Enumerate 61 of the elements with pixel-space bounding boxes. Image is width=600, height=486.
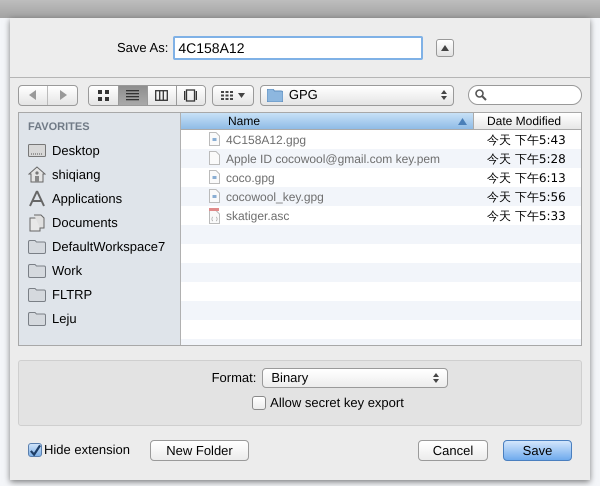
search-icon <box>474 89 487 101</box>
caret-icon <box>238 92 245 98</box>
hide-extension-checkbox[interactable]: Hide extension <box>28 440 130 460</box>
folder-icon <box>266 88 283 102</box>
dialog-button[interactable]: Cancel <box>418 440 488 460</box>
house-icon <box>28 166 46 184</box>
view-mode-button[interactable] <box>88 86 118 104</box>
save-button[interactable]: Save <box>503 440 572 460</box>
format-popup[interactable]: Binary <box>262 368 448 388</box>
date-modified: 今天 下午6:13 <box>486 170 567 186</box>
folder-icon <box>28 286 46 304</box>
sidebar-item[interactable]: DefaultWorkspace7 <box>19 234 168 258</box>
column-header[interactable]: Name <box>181 113 473 129</box>
file-name[interactable]: coco.gpg <box>226 168 275 186</box>
date-modified: 今天 下午5:43 <box>486 132 567 148</box>
cover-flow-icon <box>184 88 198 102</box>
list-icon <box>126 88 140 102</box>
icon-grid-icon <box>96 88 110 102</box>
sidebar-item[interactable]: Documents <box>19 210 120 234</box>
date-modified: 今天 下午5:33 <box>486 208 567 224</box>
checkmark-icon <box>29 444 41 456</box>
sidebar-item[interactable]: Leju <box>19 306 79 330</box>
view-mode-button[interactable] <box>176 86 205 104</box>
back-arrow-icon <box>29 90 38 100</box>
file-name[interactable]: skatiger.asc <box>226 206 290 224</box>
sidebar-item[interactable]: Work <box>19 258 84 282</box>
compass-a-icon <box>28 190 46 208</box>
search-field[interactable] <box>468 85 582 105</box>
forward-arrow-icon <box>58 90 67 100</box>
grid-icon <box>220 90 233 100</box>
updown-arrows-icon <box>433 373 440 383</box>
column-header[interactable]: Date Modified <box>473 113 581 129</box>
format-label: Format: <box>212 369 256 388</box>
sidebar-item[interactable]: shiqiang <box>19 162 102 186</box>
sidebar-item[interactable]: Applications <box>19 186 124 210</box>
save-as-label: Save As: <box>117 38 168 57</box>
updown-arrows-icon <box>440 90 447 100</box>
dialog-button[interactable]: New Folder <box>150 440 249 460</box>
folder-icon <box>28 262 46 280</box>
sidebar-item[interactable]: FLTRP <box>19 282 94 306</box>
expand-button[interactable] <box>436 38 454 56</box>
file-name[interactable]: Apple ID cocowool@gmail.com key.pem <box>226 150 440 168</box>
view-mode-button[interactable] <box>146 86 176 104</box>
triangle-icon <box>441 44 450 50</box>
folder-icon <box>28 238 46 256</box>
monitor-icon <box>28 142 46 160</box>
sidebar-heading: FAVORITES <box>27 120 90 135</box>
columns-icon <box>155 88 168 102</box>
back-forward-control[interactable] <box>18 84 78 106</box>
file-name[interactable]: cocowool_key.gpg <box>226 188 324 206</box>
file-name-field[interactable]: 4C158A12 <box>173 36 424 60</box>
sidebar-item[interactable]: Desktop <box>19 138 102 162</box>
date-modified: 今天 下午5:56 <box>486 188 567 206</box>
documents-icon <box>28 214 46 232</box>
date-modified: 今天 下午5:28 <box>486 150 567 168</box>
file-name[interactable]: 4C158A12.gpg <box>226 130 306 148</box>
allow-secret-checkbox[interactable]: Allow secret key export <box>252 393 404 412</box>
view-mode-button[interactable] <box>118 86 147 104</box>
arrange-menu-button[interactable] <box>212 84 254 106</box>
location-popup[interactable]: GPG <box>260 84 454 106</box>
folder-icon <box>28 310 46 328</box>
